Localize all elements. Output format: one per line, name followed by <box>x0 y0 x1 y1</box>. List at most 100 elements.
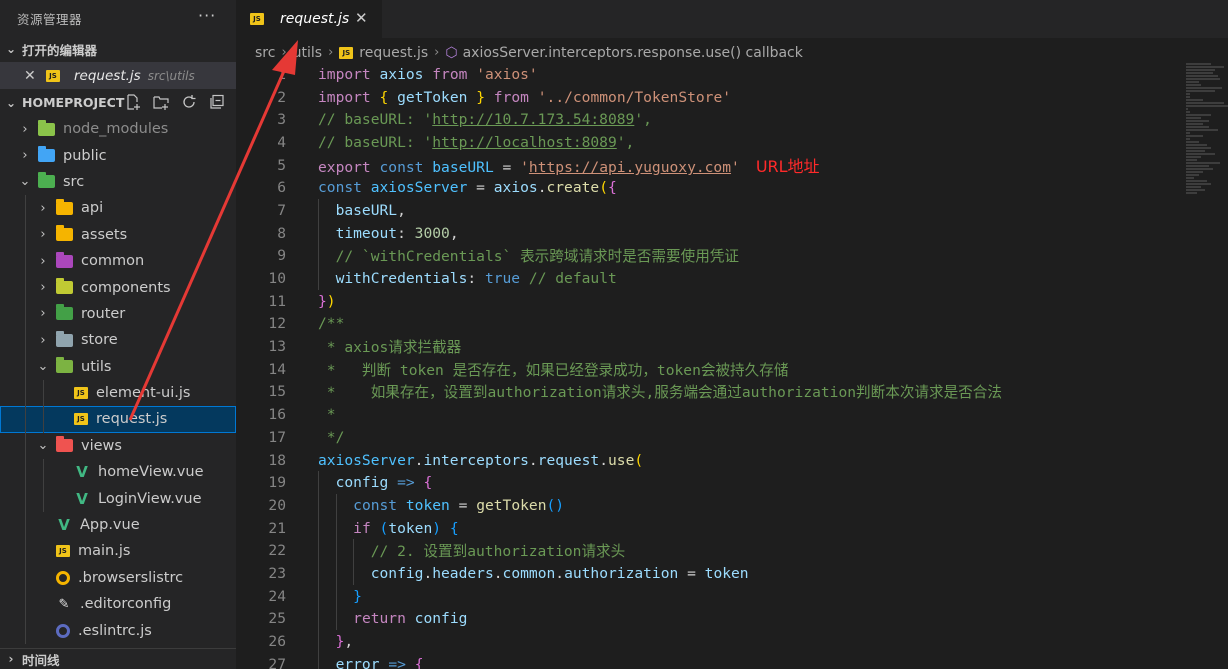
more-actions-icon[interactable]: ··· <box>198 6 216 25</box>
code-token: ' <box>731 159 740 177</box>
code-line: 27 error => { <box>236 652 1176 669</box>
code-token: ' <box>520 159 529 177</box>
minimap-line <box>1186 147 1212 149</box>
tree-item-common[interactable]: › common <box>0 247 236 275</box>
code-content: }, <box>318 633 354 651</box>
minimap-line <box>1186 117 1201 119</box>
code-line: 25 return config <box>236 607 1176 631</box>
breadcrumb-src[interactable]: src <box>255 45 275 61</box>
tree-item-assets[interactable]: › assets <box>0 221 236 248</box>
code-token: export <box>318 159 371 177</box>
new-file-icon[interactable] <box>124 93 142 111</box>
project-header[interactable]: ⌄ HOMEPROJECT <box>0 89 236 116</box>
code-token: . <box>493 564 503 582</box>
timeline-header[interactable]: › 时间线 <box>0 648 236 669</box>
code-line: 20 const token = getToken() <box>236 494 1176 517</box>
minimap-line <box>1186 114 1212 116</box>
tree-item-request-js[interactable]: JS request.js <box>0 406 236 433</box>
tree-item-store[interactable]: › store <box>0 327 236 354</box>
tree-item-label: components <box>81 279 171 296</box>
code-token: () <box>546 496 565 514</box>
tree-item-element-ui-js[interactable]: JS element-ui.js <box>0 379 236 407</box>
code-token: from <box>432 65 468 83</box>
tree-item-node-modules[interactable]: › node_modules <box>0 116 236 142</box>
explorer-title: 资源管理器 ··· <box>0 0 236 36</box>
tree-item-homeview-vue[interactable]: VhomeView.vue <box>0 459 236 486</box>
minimap-line <box>1186 189 1205 191</box>
tree-item-editorconfig[interactable]: ✎ .editorconfig <box>0 591 236 618</box>
tree-item-public[interactable]: › public <box>0 142 236 168</box>
tree-item-router[interactable]: › router <box>0 300 236 328</box>
code-content: error => { <box>318 655 424 669</box>
collapse-all-icon[interactable] <box>208 93 226 111</box>
line-number: 21 <box>268 519 286 537</box>
line-number: 23 <box>268 564 286 582</box>
tree-item-main-js[interactable]: JS main.js <box>0 538 236 565</box>
tab-bar: JS request.js ✕ <box>236 0 1228 38</box>
open-editors-header[interactable]: ⌄ 打开的编辑器 <box>0 36 236 62</box>
code-token: // `withCredentials` 表示跨域请求时是否需要使用凭证 <box>335 248 739 266</box>
code-token: create <box>546 179 600 197</box>
line-number: 8 <box>277 224 286 242</box>
tree-item-utils[interactable]: ⌄ utils <box>0 353 236 380</box>
code-content: * 判断 token 是否存在，如果已经登录成功，token会被持久存储 <box>318 359 789 380</box>
code-token: { <box>414 655 424 669</box>
code-content: withCredentials: true // default <box>318 270 617 287</box>
code-token: ', <box>634 111 652 129</box>
code-token: const <box>353 496 398 514</box>
open-editor-path: src\utils <box>147 68 195 83</box>
code-view[interactable]: 1 import axios from 'axios' 2 import { getT… <box>236 63 1176 669</box>
code-token: . <box>599 451 608 469</box>
tree-item-loginview-vue[interactable]: V LoginView.vue <box>0 485 236 512</box>
minimap[interactable] <box>1186 63 1228 213</box>
tree-item-eslintrc-js[interactable]: .eslintrc.js <box>0 617 236 644</box>
chevron-right-icon: › <box>40 332 46 348</box>
code-token: * 判断 token 是否存在，如果已经登录成功，token会被持久存储 <box>318 361 789 379</box>
folder-icon <box>56 251 73 268</box>
chevron-right-icon: › <box>434 45 440 60</box>
code-line: 22 // 2. 设置到authorization请求头 <box>236 539 1176 563</box>
refresh-icon[interactable] <box>180 93 198 111</box>
open-editor-item[interactable]: ✕ JS request.js src\utils <box>0 62 236 89</box>
code-token: , <box>344 633 354 651</box>
code-content: * <box>318 406 336 423</box>
tree-item-views[interactable]: ⌄ views <box>0 432 236 460</box>
line-number: 24 <box>268 587 286 605</box>
tree-item-browserslistrc[interactable]: .browserslistrc <box>0 564 236 592</box>
code-content: const axiosServer = axios.create({ <box>318 179 617 196</box>
line-number: 19 <box>268 474 286 492</box>
code-token: ', <box>616 133 635 151</box>
tree-item-label: node_modules <box>63 121 169 138</box>
breadcrumb-symbol[interactable]: axiosServer.interceptors.response.use() … <box>463 45 803 61</box>
folder-icon <box>38 146 55 163</box>
tree-item-label: .editorconfig <box>80 596 172 613</box>
close-icon[interactable]: ✕ <box>355 9 368 27</box>
tab-request-js[interactable]: JS request.js ✕ <box>236 0 382 38</box>
close-icon[interactable]: ✕ <box>24 68 38 84</box>
breadcrumb-utils[interactable]: utils <box>293 45 322 61</box>
minimap-line <box>1186 180 1207 182</box>
project-actions <box>124 93 226 111</box>
line-number: 12 <box>268 315 286 333</box>
code-content: config.headers.common.authorization = to… <box>318 565 749 582</box>
code-token: token <box>388 519 433 537</box>
tree-item-components[interactable]: › components <box>0 274 236 301</box>
code-token: token <box>405 496 450 514</box>
tree-item-app-vue[interactable]: V App.vue <box>0 511 236 539</box>
tree-item-api[interactable]: › api <box>0 195 236 222</box>
new-folder-icon[interactable] <box>152 93 170 111</box>
line-number: 2 <box>277 88 286 106</box>
code-content: if (token) { <box>318 520 459 537</box>
indent-guide <box>25 459 26 486</box>
breadcrumb-file[interactable]: request.js <box>359 45 428 61</box>
minimap-line <box>1186 177 1195 179</box>
code-line: 18 axiosServer.interceptors.request.use( <box>236 449 1176 472</box>
tree-item-src[interactable]: ⌄ src <box>0 169 236 195</box>
tree-item-label: .eslintrc.js <box>78 622 152 639</box>
